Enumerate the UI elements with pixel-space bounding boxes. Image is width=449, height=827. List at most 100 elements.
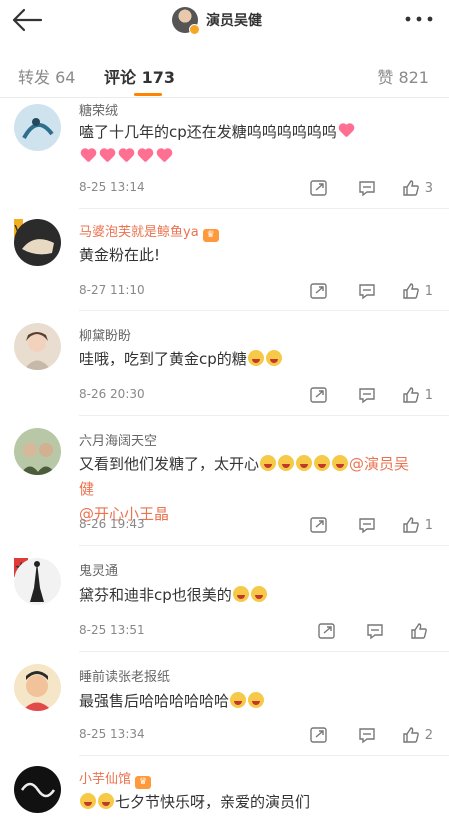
comment-time: 8-26 20:30 — [79, 387, 145, 401]
tab-like[interactable]: 赞 821 — [377, 64, 429, 88]
grin-emoji-icon — [248, 692, 265, 708]
reply-icon[interactable] — [358, 282, 376, 300]
like-count: 1 — [424, 517, 433, 533]
comment-time: 8-26 19:43 — [79, 517, 145, 531]
username[interactable]: 柳黛盼盼 — [79, 325, 131, 344]
reply-icon[interactable] — [366, 622, 384, 640]
comment-actions: 3 — [310, 178, 433, 198]
comment-actions: 1 — [310, 281, 433, 301]
comment-time: 8-27 11:10 — [79, 283, 145, 297]
thumb-up-icon — [411, 623, 427, 639]
comment-time: 8-25 13:51 — [79, 623, 145, 637]
heart-emoji-icon — [137, 149, 154, 163]
tab-comment[interactable]: 评论 173 — [104, 64, 175, 88]
heart-emoji-icon — [99, 149, 116, 163]
avatar[interactable] — [14, 104, 63, 153]
comment-text: 黛芬和迪非cp也很美的 — [79, 583, 424, 608]
share-icon[interactable] — [310, 282, 328, 300]
avatar[interactable] — [14, 766, 63, 815]
tongue-emoji-icon — [232, 586, 249, 602]
divider — [79, 755, 449, 756]
comment-actions: 1 — [310, 515, 433, 535]
thumb-up-icon — [403, 517, 419, 533]
username-text: 马婆泡芙就是鲸鱼ya — [79, 225, 199, 240]
tongue-emoji-icon — [247, 350, 264, 366]
share-icon[interactable] — [310, 726, 328, 744]
header-title-group[interactable]: 演员吴健 — [172, 5, 262, 35]
page-title: 演员吴健 — [206, 13, 262, 29]
like-button[interactable]: 2 — [402, 726, 433, 744]
username[interactable]: 六月海阔天空 — [79, 430, 157, 449]
vip-crown-icon: ♛ — [135, 776, 152, 789]
reply-icon[interactable] — [358, 516, 376, 534]
author-avatar[interactable] — [172, 7, 200, 35]
username[interactable]: 马婆泡芙就是鲸鱼ya ♛ — [79, 221, 219, 242]
share-icon[interactable] — [318, 622, 336, 640]
like-button[interactable]: 1 — [402, 282, 433, 300]
like-button[interactable]: 3 — [402, 179, 433, 197]
comment-text: 哇哦，吃到了黄金cp的糖 — [79, 347, 424, 372]
username[interactable]: 小芋仙馆 ♛ — [79, 768, 152, 789]
comment-text-body: 七夕节快乐呀，亲爱的演员们 — [115, 793, 311, 811]
like-button[interactable] — [410, 622, 433, 640]
tongue-emoji-icon — [250, 586, 267, 602]
avatar[interactable] — [14, 323, 63, 372]
comment-text-body: 又看到他们发糖了，太开心 — [79, 455, 260, 473]
avatar[interactable] — [14, 428, 63, 477]
verified-badge-icon — [189, 24, 200, 35]
tongue-emoji-icon — [80, 793, 96, 809]
tongue-emoji-icon — [296, 455, 313, 471]
tab-bar: 转发 64 评论 173 赞 821 — [0, 50, 449, 98]
comment-text: 七夕节快乐呀，亲爱的演员们 — [79, 790, 424, 815]
comment-actions: 2 — [310, 725, 433, 745]
comment-text-body: 嗑了十几年的cp还在发糖呜呜呜呜呜呜 — [79, 123, 337, 141]
comment-text-body: 哇哦，吃到了黄金cp的糖 — [79, 350, 247, 368]
heart-emoji-icon — [118, 149, 135, 163]
thumb-up-icon — [403, 727, 419, 743]
reply-icon[interactable] — [358, 386, 376, 404]
heart-emoji-icon — [338, 124, 355, 138]
tongue-emoji-icon — [98, 793, 114, 809]
comment-actions: 1 — [310, 385, 433, 405]
thumb-up-icon — [403, 180, 419, 196]
tongue-emoji-icon — [332, 455, 349, 471]
active-tab-indicator — [134, 93, 162, 96]
like-button[interactable]: 1 — [402, 386, 433, 404]
thumb-up-icon — [403, 283, 419, 299]
comment-text-body: 最强售后哈哈哈哈哈哈 — [79, 692, 230, 710]
thumb-up-icon — [403, 387, 419, 403]
divider — [79, 415, 449, 416]
share-icon[interactable] — [310, 516, 328, 534]
username[interactable]: 睡前读张老报纸 — [79, 666, 170, 685]
share-icon[interactable] — [310, 386, 328, 404]
tongue-emoji-icon — [314, 455, 331, 471]
top-bar: 演员吴健 — [0, 0, 449, 40]
share-icon[interactable] — [310, 179, 328, 197]
like-count: 2 — [424, 727, 433, 743]
reply-icon[interactable] — [358, 726, 376, 744]
comment-time: 8-25 13:14 — [79, 180, 145, 194]
avatar[interactable]: ★ — [14, 558, 63, 607]
back-arrow-icon[interactable] — [10, 6, 44, 34]
username[interactable]: 鬼灵通 — [79, 560, 118, 579]
comment-text-body: 黛芬和迪非cp也很美的 — [79, 586, 232, 604]
avatar[interactable]: v — [14, 219, 63, 268]
tab-repost[interactable]: 转发 64 — [18, 64, 75, 88]
like-count: 3 — [424, 180, 433, 196]
grin-emoji-icon — [230, 692, 247, 708]
more-dots-icon[interactable] — [403, 6, 435, 32]
divider — [79, 310, 449, 311]
divider — [79, 545, 449, 546]
heart-emoji-icon — [156, 149, 173, 163]
comment-actions — [318, 621, 433, 641]
like-count: 1 — [424, 283, 433, 299]
like-button[interactable]: 1 — [402, 516, 433, 534]
tongue-emoji-icon — [265, 350, 282, 366]
tongue-emoji-icon — [260, 455, 277, 471]
reply-icon[interactable] — [358, 179, 376, 197]
like-count: 1 — [424, 387, 433, 403]
tongue-emoji-icon — [278, 455, 295, 471]
avatar[interactable] — [14, 664, 63, 713]
username[interactable]: 糖荣绒 — [79, 100, 118, 119]
comment-text: 最强售后哈哈哈哈哈哈 — [79, 689, 424, 714]
